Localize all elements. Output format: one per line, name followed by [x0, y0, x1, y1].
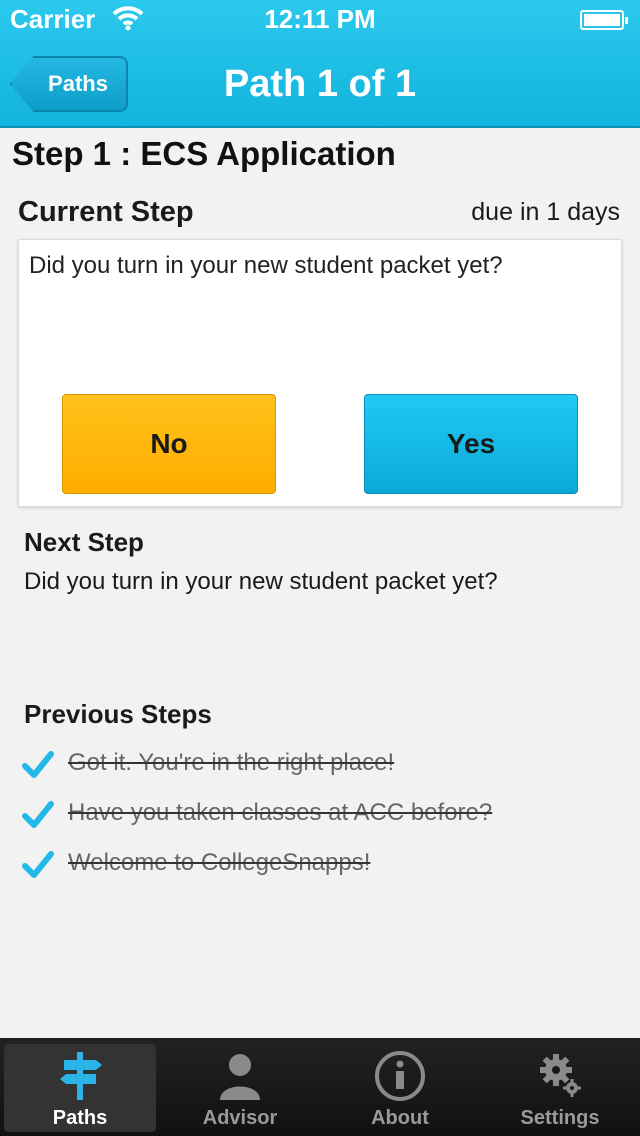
checkmark-icon [22, 801, 54, 828]
due-label: due in 1 days [471, 198, 620, 226]
checkmark-icon [22, 851, 54, 878]
previous-step-text: Welcome to CollegeSnapps! [68, 849, 371, 876]
status-bar: Carrier 12:11 PM [0, 0, 640, 40]
current-step-card: Did you turn in your new student packet … [18, 239, 622, 507]
current-step-label: Current Step [18, 196, 194, 228]
checkmark-icon [22, 751, 54, 778]
gear-icon [540, 1054, 581, 1097]
yes-button[interactable]: Yes [364, 394, 578, 494]
previous-step-item: Got it. You're in the right place! [22, 745, 582, 785]
previous-step-item: Have you taken classes at ACC before? [22, 795, 582, 835]
tab-about-label: About [371, 1107, 429, 1129]
page-title: Path 1 of 1 [223, 63, 417, 105]
no-button[interactable]: No [62, 394, 276, 494]
info-icon [375, 1051, 425, 1101]
next-step-text: Did you turn in your new student packet … [24, 568, 498, 595]
tab-about[interactable]: About [324, 1044, 476, 1132]
person-icon [220, 1054, 260, 1100]
next-step-label: Next Step [24, 527, 144, 557]
previous-steps-label: Previous Steps [24, 699, 212, 729]
previous-step-text: Have you taken classes at ACC before? [68, 799, 493, 826]
tab-advisor[interactable]: Advisor [164, 1044, 316, 1132]
tab-settings-label: Settings [520, 1107, 600, 1129]
header: Carrier 12:11 PM Paths Path 1 of 1 [0, 0, 640, 128]
signpost-icon [60, 1052, 102, 1100]
current-question: Did you turn in your new student packet … [29, 252, 503, 279]
tab-bar: Paths Advisor About Settings [0, 1038, 640, 1136]
battery-icon [580, 10, 628, 30]
tab-settings[interactable]: Settings [484, 1044, 636, 1132]
tab-paths[interactable]: Paths [4, 1044, 156, 1132]
status-time: 12:11 PM [264, 4, 376, 34]
tab-advisor-label: Advisor [202, 1107, 278, 1129]
tab-paths-label: Paths [52, 1107, 108, 1129]
previous-step-text: Got it. You're in the right place! [68, 749, 395, 776]
previous-step-item: Welcome to CollegeSnapps! [22, 845, 582, 885]
step-title: Step 1 : ECS Application [12, 135, 396, 172]
